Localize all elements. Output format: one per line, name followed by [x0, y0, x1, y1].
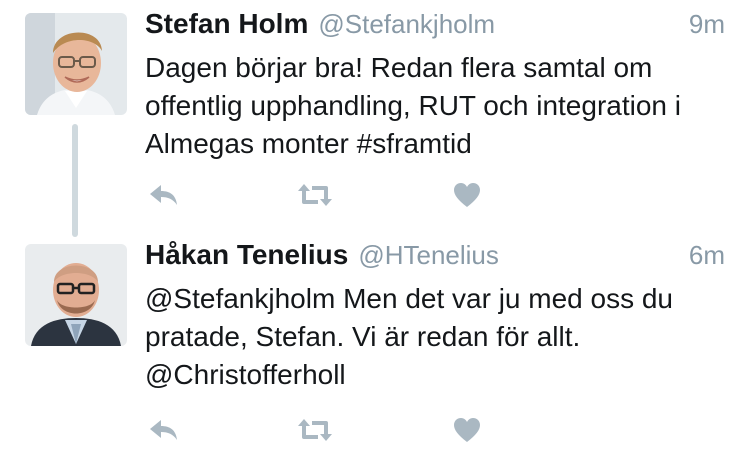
like-icon	[454, 183, 480, 207]
like-button[interactable]	[447, 410, 487, 450]
tweet-actions	[145, 410, 505, 450]
reply-icon	[150, 185, 177, 205]
user-handle[interactable]: @HTenelius	[358, 240, 499, 271]
like-button[interactable]	[447, 175, 487, 215]
tweet-text: @Stefankjholm Men det var ju med oss du …	[145, 283, 674, 390]
user-handle[interactable]: @Stefankjholm	[318, 9, 495, 40]
retweet-button[interactable]	[295, 410, 335, 450]
reply-button[interactable]	[143, 175, 183, 215]
tweet-header: Håkan Tenelius @HTenelius 6m	[145, 239, 725, 279]
avatar[interactable]	[25, 13, 127, 115]
avatar[interactable]	[25, 244, 127, 346]
retweet-icon	[298, 184, 332, 206]
tweet-header: Stefan Holm @Stefankjholm 9m	[145, 8, 725, 48]
display-name[interactable]: Stefan Holm	[145, 8, 308, 40]
tweet[interactable]: Stefan Holm @Stefankjholm 9m Dagen börja…	[0, 0, 750, 237]
retweet-icon	[298, 419, 332, 441]
timestamp[interactable]: 9m	[689, 9, 725, 40]
reply-icon	[150, 420, 177, 440]
reply-button[interactable]	[143, 410, 183, 450]
display-name[interactable]: Håkan Tenelius	[145, 239, 348, 271]
tweet[interactable]: Håkan Tenelius @HTenelius 6m @Stefankjho…	[0, 235, 750, 442]
thread-connector-line	[72, 124, 78, 237]
tweet-text: Dagen börjar bra! Redan flera samtal om …	[145, 52, 681, 159]
like-icon	[454, 418, 480, 442]
retweet-button[interactable]	[295, 175, 335, 215]
timestamp[interactable]: 6m	[689, 240, 725, 271]
tweet-actions	[145, 175, 505, 215]
